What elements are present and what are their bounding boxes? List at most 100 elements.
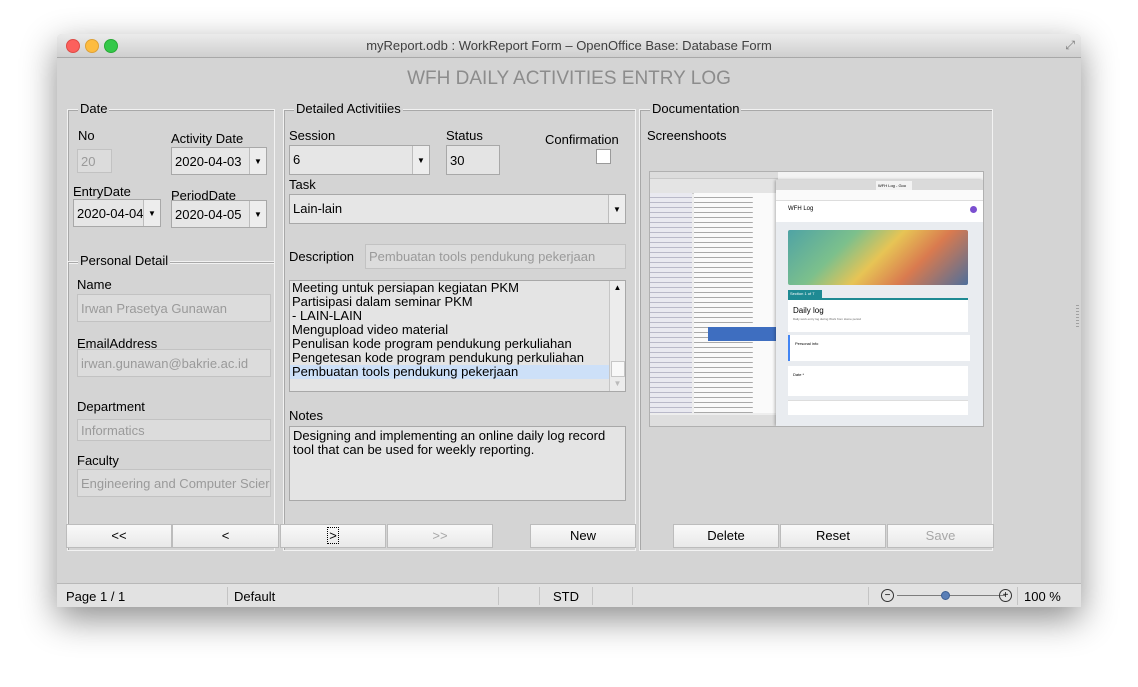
status-divider	[592, 587, 593, 605]
session-field[interactable]: 6 ▼	[289, 145, 430, 175]
chevron-down-icon[interactable]: ▼	[249, 201, 266, 227]
section-badge-label: Section 1 of 7	[790, 291, 815, 296]
zoom-slider-knob[interactable]	[941, 591, 950, 600]
reset-button[interactable]: Reset	[780, 524, 886, 548]
selection-mode[interactable]: STD	[553, 589, 579, 604]
description-label: Description	[289, 249, 355, 264]
chevron-down-icon[interactable]: ▼	[143, 200, 160, 226]
entry-date-field[interactable]: 2020-04-04 ▼	[73, 199, 161, 227]
session-label: Session	[289, 128, 336, 143]
department-label: Department	[77, 399, 145, 414]
no-label: No	[78, 128, 95, 143]
entry-date-value: 2020-04-04	[77, 206, 144, 221]
period-date-field[interactable]: 2020-04-05 ▼	[171, 200, 267, 228]
chevron-down-icon[interactable]: ▼	[249, 148, 266, 174]
window-title: myReport.odb : WorkReport Form – OpenOff…	[366, 38, 772, 53]
browser-window: WFH Log - Goo WFH Log Section 1 of 7 Dai…	[776, 180, 983, 426]
period-date-value: 2020-04-05	[175, 207, 242, 222]
form-title: WFH DAILY ACTIVITIES ENTRY LOG	[407, 68, 731, 89]
list-item[interactable]: - LAIN-LAIN	[290, 309, 609, 323]
browser-tab: WFH Log - Goo	[876, 181, 912, 190]
next-record-button[interactable]: >	[280, 524, 386, 548]
question-card-1: Personal info	[788, 335, 970, 361]
list-item[interactable]: Meeting untuk persiapan kegiatan PKM	[290, 281, 609, 295]
documentation-legend: Documentation	[650, 101, 742, 116]
description-list: Meeting untuk persiapan kegiatan PKM Par…	[290, 281, 609, 379]
question-2-label: Date *	[793, 372, 805, 377]
new-label: New	[569, 528, 596, 543]
reset-label: Reset	[816, 528, 850, 543]
notes-label: Notes	[289, 408, 323, 423]
previous-record-label: <	[221, 528, 230, 543]
description-scrollbar[interactable]: ▲ ▼	[609, 281, 625, 391]
ide-highlight	[708, 327, 778, 341]
name-field[interactable]: Irwan Prasetya Gunawan	[77, 294, 271, 322]
question-card-2: Date *	[788, 366, 968, 396]
session-value: 6	[293, 152, 301, 167]
scroll-up-icon[interactable]: ▲	[610, 281, 625, 295]
browser-tabs: WFH Log - Goo	[776, 180, 983, 190]
name-label: Name	[77, 277, 112, 292]
list-item[interactable]: Partisipasi dalam seminar PKM	[290, 295, 609, 309]
first-record-label: <<	[111, 528, 127, 543]
notes-field[interactable]: Designing and implementing an online dai…	[289, 426, 626, 501]
status-bar: Page 1 / 1 Default STD − + 100 %	[57, 583, 1081, 607]
list-item[interactable]: Pengetesan kode program pendukung perkul…	[290, 351, 609, 365]
activity-date-value: 2020-04-03	[175, 154, 242, 169]
chevron-down-icon[interactable]: ▼	[412, 146, 429, 174]
task-field[interactable]: Lain-lain ▼	[289, 194, 626, 224]
status-field[interactable]: 30	[446, 145, 500, 175]
scroll-down-icon[interactable]: ▼	[610, 377, 625, 391]
forms-bottom-toolbar	[788, 400, 968, 415]
list-item[interactable]: Mengupload video material	[290, 323, 609, 337]
new-button[interactable]: New	[530, 524, 636, 548]
ide-editor	[694, 193, 778, 413]
email-field[interactable]: irwan.gunawan@bakrie.ac.id	[77, 349, 271, 377]
zoom-out-icon[interactable]: −	[881, 589, 894, 602]
ide-project-tree	[650, 193, 692, 413]
zoom-slider-track[interactable]	[897, 595, 1005, 596]
form-area: WFH DAILY ACTIVITIES ENTRY LOG Date No 2…	[57, 58, 1081, 583]
screenshots-label: Screenshoots	[647, 128, 727, 143]
screenshot-image[interactable]: WFH Log - Goo WFH Log Section 1 of 7 Dai…	[649, 171, 984, 427]
faculty-field[interactable]: Engineering and Computer Scier	[77, 469, 271, 497]
forms-header: WFH Log	[776, 201, 983, 223]
description-listbox[interactable]: Meeting untuk persiapan kegiatan PKM Par…	[289, 280, 626, 392]
chevron-down-icon[interactable]: ▼	[608, 195, 625, 223]
question-1-label: Personal info	[795, 341, 819, 346]
scroll-thumb[interactable]	[611, 361, 625, 377]
status-divider	[498, 587, 499, 605]
zoom-level[interactable]: 100 %	[1024, 589, 1061, 604]
description-field[interactable]: Pembuatan tools pendukung pekerjaan	[365, 244, 626, 269]
resize-grip[interactable]	[1076, 303, 1079, 328]
browser-address-bar	[776, 190, 983, 201]
app-window: myReport.odb : WorkReport Form – OpenOff…	[57, 34, 1081, 607]
last-record-button[interactable]: >>	[387, 524, 493, 548]
status-divider	[868, 587, 869, 605]
card-title: Daily log	[793, 306, 824, 315]
last-record-label: >>	[432, 528, 448, 543]
save-button[interactable]: Save	[887, 524, 994, 548]
page-style[interactable]: Default	[234, 589, 275, 604]
status-divider	[539, 587, 540, 605]
confirmation-checkbox[interactable]	[596, 149, 611, 164]
zoom-in-icon[interactable]: +	[999, 589, 1012, 602]
previous-record-button[interactable]: <	[172, 524, 279, 548]
fullscreen-icon[interactable]: ⤢	[1065, 38, 1075, 53]
activity-date-field[interactable]: 2020-04-03 ▼	[171, 147, 267, 175]
list-item-selected[interactable]: Pembuatan tools pendukung pekerjaan	[290, 365, 609, 379]
list-item[interactable]: Penulisan kode program pendukung perkuli…	[290, 337, 609, 351]
personal-detail-legend: Personal Detail	[78, 253, 171, 268]
save-label: Save	[925, 528, 956, 543]
status-divider	[227, 587, 228, 605]
no-field[interactable]: 20	[77, 149, 112, 173]
confirmation-label: Confirmation	[545, 132, 619, 147]
task-label: Task	[289, 177, 316, 192]
department-field[interactable]: Informatics	[77, 419, 271, 441]
first-record-button[interactable]: <<	[66, 524, 172, 548]
delete-button[interactable]: Delete	[673, 524, 779, 548]
header-illustration	[788, 230, 968, 285]
activities-legend: Detailed Activitiies	[294, 101, 403, 116]
mac-menubar	[650, 172, 778, 179]
status-divider	[1017, 587, 1018, 605]
